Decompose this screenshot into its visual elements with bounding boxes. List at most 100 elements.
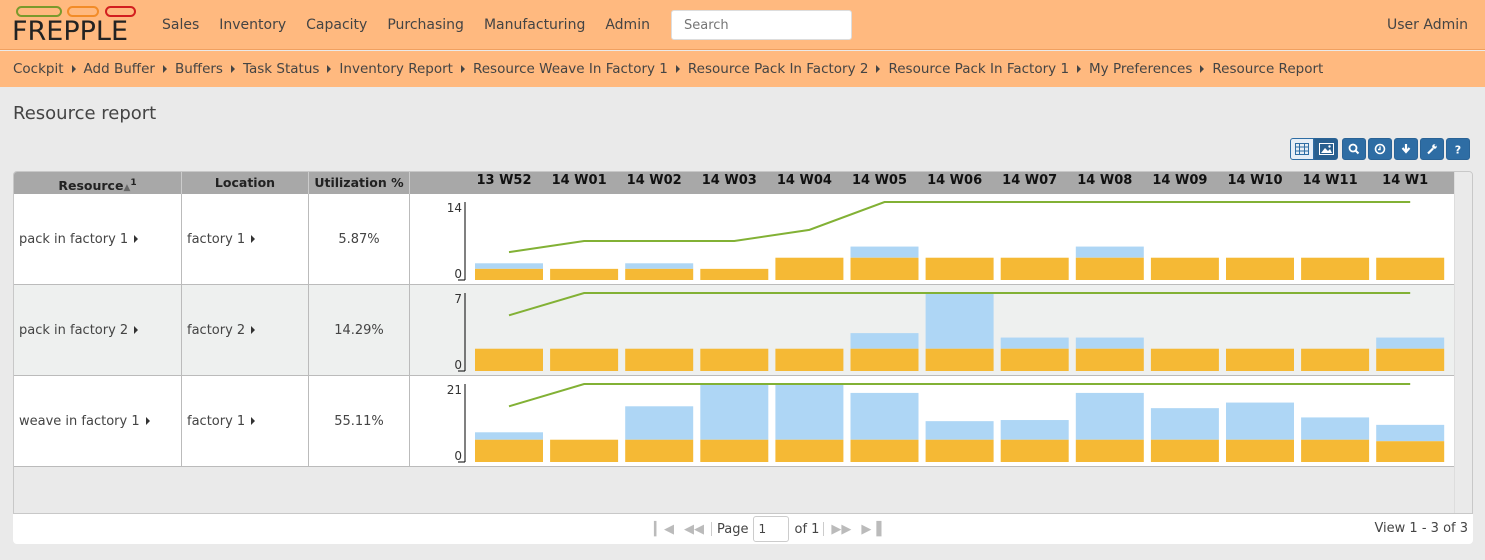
breadcrumb-item[interactable]: Add Buffer	[84, 61, 155, 77]
bar-load	[1301, 439, 1370, 462]
caret-right-icon[interactable]	[134, 235, 139, 243]
location-link[interactable]: factory 1	[187, 414, 245, 429]
table-row: pack in factory 2 factory 2 14.29% 70	[14, 285, 1454, 376]
location-cell: factory 2	[182, 285, 309, 375]
record-count: View 1 - 3 of 3	[1374, 521, 1468, 536]
next-page-icon[interactable]: ▶▶	[831, 522, 851, 537]
bar-extra	[475, 263, 543, 269]
bar-load	[550, 348, 619, 371]
time-buckets-button[interactable]	[1368, 138, 1392, 160]
y-tick-label: 0	[454, 267, 462, 281]
resource-chart: 21 0	[447, 383, 1445, 463]
bar-load	[550, 268, 619, 280]
breadcrumb-item[interactable]: My Preferences	[1089, 61, 1192, 77]
resource-link[interactable]: pack in factory 1	[19, 232, 128, 247]
sort-index: 1	[130, 178, 137, 188]
table-row: pack in factory 1 factory 1 5.87% 14 0	[14, 194, 1454, 285]
page-number-input[interactable]	[753, 516, 790, 542]
first-page-icon[interactable]: ▎◀	[654, 522, 674, 537]
column-header-location[interactable]: Location	[182, 172, 309, 194]
breadcrumb-item[interactable]: Cockpit	[13, 61, 64, 77]
bar-load	[850, 348, 919, 371]
configure-button[interactable]	[1420, 138, 1444, 160]
column-header-resource[interactable]: Resource▲1	[14, 172, 182, 194]
grid-header: Resource▲1 Location Utilization % 13 W52…	[14, 172, 1454, 194]
caret-right-icon[interactable]	[145, 417, 150, 425]
bar-load	[625, 268, 694, 280]
location-link[interactable]: factory 1	[187, 232, 245, 247]
week-header: 14 W02	[626, 173, 682, 188]
caret-right-icon[interactable]	[251, 326, 256, 334]
caret-right-icon[interactable]	[251, 235, 256, 243]
menu-sales[interactable]: Sales	[162, 17, 199, 33]
search-input[interactable]	[671, 10, 852, 40]
search-icon	[1348, 143, 1360, 155]
prev-page-icon[interactable]: ◀◀	[684, 522, 704, 537]
bar-load	[1150, 348, 1219, 371]
bar-load	[1301, 257, 1370, 280]
main-menu: Sales Inventory Capacity Purchasing Manu…	[152, 0, 712, 50]
utilization-cell: 5.87%	[309, 194, 410, 284]
week-header: 14 W03	[701, 173, 757, 188]
utilization-cell: 55.11%	[309, 376, 410, 466]
y-tick-label: 7	[454, 292, 462, 306]
bar-extra	[475, 432, 543, 440]
last-page-icon[interactable]: ▶▐	[861, 522, 881, 537]
resource-link[interactable]: pack in factory 2	[19, 323, 128, 338]
menu-purchasing[interactable]: Purchasing	[387, 17, 464, 33]
breadcrumb-item-current[interactable]: Resource Report	[1212, 61, 1323, 77]
bar-extra	[1075, 246, 1144, 258]
user-menu[interactable]: User Admin	[1387, 0, 1468, 50]
breadcrumb-item[interactable]: Task Status	[243, 61, 319, 77]
pager-separator	[711, 522, 712, 536]
capacity-line	[508, 201, 1411, 254]
clock-icon	[1374, 143, 1386, 155]
breadcrumb-item[interactable]: Buffers	[175, 61, 223, 77]
svg-text:?: ?	[1455, 144, 1461, 156]
location-cell: factory 1	[182, 376, 309, 466]
vertical-scrollbar[interactable]	[1454, 172, 1472, 513]
caret-right-icon[interactable]	[251, 417, 256, 425]
breadcrumb-item[interactable]: Resource Pack In Factory 2	[688, 61, 869, 77]
column-header-utilization[interactable]: Utilization %	[309, 172, 410, 194]
help-button[interactable]: ?	[1446, 138, 1470, 160]
bar-extra	[850, 246, 919, 258]
caret-right-icon[interactable]	[134, 326, 139, 334]
bar-load	[1000, 348, 1069, 371]
bar-load	[550, 439, 619, 462]
bar-load	[1376, 441, 1445, 462]
resource-link[interactable]: weave in factory 1	[19, 414, 140, 429]
bar-load	[1376, 257, 1445, 280]
export-button[interactable]	[1394, 138, 1418, 160]
menu-admin[interactable]: Admin	[605, 17, 650, 33]
breadcrumb-item[interactable]: Resource Pack In Factory 1	[888, 61, 1069, 77]
table-view-button[interactable]	[1290, 138, 1314, 160]
caret-right-icon	[71, 65, 76, 73]
week-header: 14 W11	[1302, 173, 1358, 188]
breadcrumb-item[interactable]: Resource Weave In Factory 1	[473, 61, 668, 77]
menu-inventory[interactable]: Inventory	[219, 17, 286, 33]
location-link[interactable]: factory 2	[187, 323, 245, 338]
bar-extra	[625, 263, 694, 269]
week-header: 13 W52	[476, 173, 532, 188]
caret-right-icon	[230, 65, 235, 73]
bar-load	[625, 439, 694, 462]
image-icon	[1318, 143, 1334, 155]
bar-extra	[1000, 420, 1069, 440]
bar-load	[1150, 257, 1219, 280]
menu-manufacturing[interactable]: Manufacturing	[484, 17, 585, 33]
caret-right-icon	[327, 65, 332, 73]
pager-separator	[823, 522, 825, 536]
location-cell: factory 1	[182, 194, 309, 284]
filter-button[interactable]	[1342, 138, 1366, 160]
breadcrumb-item[interactable]: Inventory Report	[339, 61, 453, 77]
bar-load	[1075, 257, 1144, 280]
frepple-logo[interactable]: FREPPLE	[12, 6, 138, 47]
week-header: 14 W08	[1077, 173, 1133, 188]
y-tick-label: 0	[454, 358, 462, 372]
table-row: weave in factory 1 factory 1 55.11% 21 0	[14, 376, 1454, 467]
menu-capacity[interactable]: Capacity	[306, 17, 367, 33]
bar-load	[1226, 439, 1294, 462]
bar-extra	[850, 333, 919, 349]
graph-view-button[interactable]	[1314, 138, 1338, 160]
